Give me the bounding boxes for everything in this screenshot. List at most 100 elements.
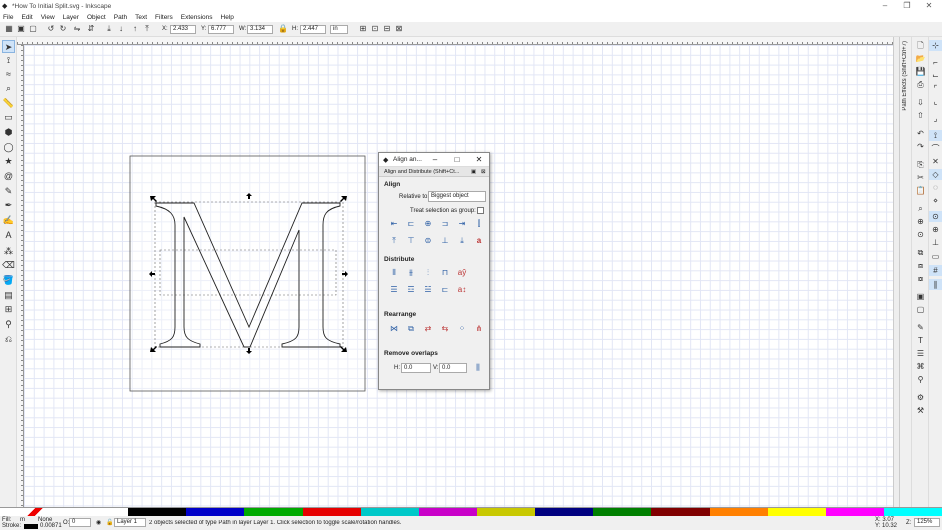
snap-grids-icon[interactable]: #	[929, 265, 942, 276]
transform-patterns-icon[interactable]: ⊠	[394, 24, 404, 34]
align-bottom-to-top-icon[interactable]: ⤒	[387, 234, 401, 248]
stroke-swatch[interactable]	[24, 524, 38, 529]
rotate-ccw-icon[interactable]: ↺	[46, 24, 56, 34]
clone-icon[interactable]: ⧈	[914, 260, 927, 271]
layer-visibility-icon[interactable]: ◉	[96, 519, 101, 526]
measure-tool-icon[interactable]: 📏	[2, 97, 15, 110]
overlap-h-input[interactable]: 0.0	[401, 363, 431, 373]
relative-to-select[interactable]: Biggest object	[428, 191, 486, 202]
distribute-left-edges-icon[interactable]: ⫴	[387, 266, 401, 280]
palette-swatch[interactable]	[70, 508, 129, 516]
distribute-bottom-edges-icon[interactable]: ☱	[421, 283, 435, 297]
remove-overlaps-icon[interactable]: ⫼	[471, 361, 485, 375]
center-horizontal-axis-icon[interactable]: ⊜	[421, 234, 435, 248]
palette-swatch[interactable]	[302, 508, 361, 516]
align-left-to-right-icon[interactable]: ⇥	[455, 217, 469, 231]
copy-icon[interactable]: ⎘	[914, 159, 927, 170]
preferences-icon[interactable]: ⚙	[914, 392, 927, 403]
dropper-tool-icon[interactable]: ⚲	[2, 318, 15, 331]
redo-icon[interactable]: ↷	[914, 141, 927, 152]
h-input[interactable]: 2.447	[300, 25, 326, 34]
paint-bucket-tool-icon[interactable]: 🪣	[2, 274, 15, 287]
snap-intersections-icon[interactable]: ✕	[929, 156, 942, 167]
palette-swatch[interactable]	[418, 508, 477, 516]
calligraphy-tool-icon[interactable]: ✍	[2, 214, 15, 227]
path-effects-panel-tab[interactable]: Path Effects (Shift+Ctrl+7)	[899, 37, 911, 507]
snap-nodes-icon[interactable]: ⟟	[929, 130, 942, 141]
opacity-input[interactable]: 0	[69, 518, 91, 527]
stroke-width-value[interactable]: 0.00871	[40, 523, 62, 529]
lower-icon[interactable]: ↓	[116, 24, 126, 34]
rotate-cw-icon[interactable]: ↻	[58, 24, 68, 34]
palette-swatch[interactable]	[535, 508, 594, 516]
open-icon[interactable]: 📂	[914, 53, 927, 64]
x-input[interactable]: 2.433	[170, 25, 196, 34]
dialog-maximize-button[interactable]: □	[451, 154, 463, 166]
spray-tool-icon[interactable]: ⁂	[2, 245, 15, 258]
new-document-icon[interactable]: 🗋	[914, 40, 927, 51]
dialog-close-button[interactable]: ✕	[473, 154, 485, 166]
distribute-right-edges-icon[interactable]: ⫶	[421, 266, 435, 280]
connector-tool-icon[interactable]: ⎌	[2, 333, 15, 346]
palette-swatch[interactable]	[244, 508, 303, 516]
distribute-centers-horizontal-icon[interactable]: ⫵	[404, 266, 418, 280]
menu-edit[interactable]: Edit	[21, 14, 32, 21]
paste-icon[interactable]: 📋	[914, 185, 927, 196]
palette-none-swatch[interactable]	[0, 508, 70, 516]
align-text-baselines-icon[interactable]: a	[472, 234, 486, 248]
menu-view[interactable]: View	[41, 14, 55, 21]
snap-midpoints-icon[interactable]: ⋄	[929, 195, 942, 206]
snap-centers-icon[interactable]: ⊙	[929, 211, 942, 222]
w-input[interactable]: 3.134	[247, 25, 273, 34]
selector-tool-icon[interactable]: ➤	[2, 40, 15, 53]
print-icon[interactable]: ⎙	[914, 79, 927, 90]
y-input[interactable]: 6.777	[208, 25, 234, 34]
cut-icon[interactable]: ✂	[914, 172, 927, 183]
mesh-tool-icon[interactable]: ⊞	[2, 303, 15, 316]
document-properties-icon[interactable]: ⚒	[914, 405, 927, 416]
transform-gradients-icon[interactable]: ⊟	[382, 24, 392, 34]
find-icon[interactable]: ⚲	[914, 374, 927, 385]
snap-paths-icon[interactable]: ⌒	[929, 143, 942, 154]
zoom-tool-icon[interactable]: ⌕	[2, 82, 15, 95]
distribute-gaps-vertical-icon[interactable]: ⊏	[438, 283, 452, 297]
menu-help[interactable]: Help	[221, 14, 234, 21]
color-palette[interactable]	[0, 507, 942, 516]
menu-object[interactable]: Object	[87, 14, 106, 21]
menu-extensions[interactable]: Extensions	[181, 14, 213, 21]
snap-bbox-midpoints-icon[interactable]: ⌞	[929, 96, 942, 107]
select-all-icon[interactable]: ▦	[4, 24, 14, 34]
lower-to-bottom-icon[interactable]: ⤓	[104, 24, 114, 34]
snap-cusp-nodes-icon[interactable]: ◇	[929, 169, 942, 180]
palette-swatch[interactable]	[825, 508, 884, 516]
menu-file[interactable]: File	[3, 14, 13, 21]
select-all-layers-icon[interactable]: ▣	[16, 24, 26, 34]
minimize-button[interactable]: –	[874, 0, 896, 12]
distribute-centers-vertical-icon[interactable]: ☲	[404, 283, 418, 297]
dialog-minimize-button[interactable]: –	[429, 154, 441, 166]
horizontal-ruler[interactable]	[17, 37, 893, 45]
align-bottom-edges-icon[interactable]: ⊥	[438, 234, 452, 248]
scale-corners-icon[interactable]: ⊡	[370, 24, 380, 34]
layer-lock-icon[interactable]: 🔓	[106, 519, 113, 526]
tab-close-icon[interactable]: ⊠	[481, 167, 486, 177]
pencil-tool-icon[interactable]: ✎	[2, 185, 15, 198]
align-right-edges-icon[interactable]: ⊐	[438, 217, 452, 231]
exchange-positions-clockwise-icon[interactable]: ⇆	[438, 322, 452, 336]
raise-to-top-icon[interactable]: ⤒	[142, 24, 152, 34]
lock-icon[interactable]: 🔒	[278, 24, 288, 34]
graph-layout-icon[interactable]: ⋈	[387, 322, 401, 336]
snap-page-border-icon[interactable]: ▭	[929, 251, 942, 262]
exchange-positions-order-icon[interactable]: ⧉	[404, 322, 418, 336]
snap-smooth-nodes-icon[interactable]: ◌	[929, 182, 942, 193]
layers-icon[interactable]: ☰	[914, 348, 927, 359]
align-top-to-bottom-icon[interactable]: ⤓	[455, 234, 469, 248]
eraser-tool-icon[interactable]: ⌫	[2, 259, 15, 272]
unit-select[interactable]: in	[330, 25, 348, 34]
vertical-ruler[interactable]	[17, 45, 24, 507]
zoom-drawing-icon[interactable]: ⊕	[914, 216, 927, 227]
palette-swatch[interactable]	[128, 508, 187, 516]
snap-bbox-centers-icon[interactable]: ⌟	[929, 113, 942, 124]
duplicate-icon[interactable]: ⧉	[914, 247, 927, 258]
palette-swatch[interactable]	[709, 508, 768, 516]
